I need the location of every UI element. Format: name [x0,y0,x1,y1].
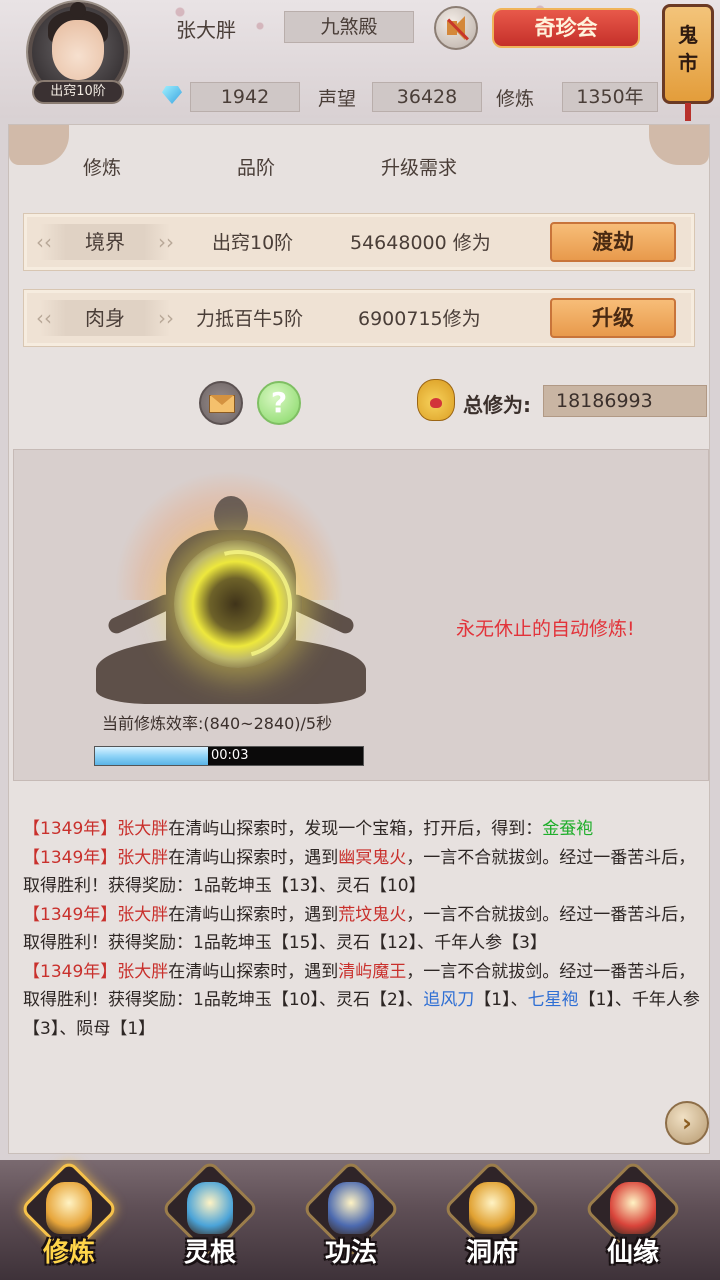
progress-timer: 00:03 [211,748,249,763]
treasure-auction-button[interactable]: 奇珍会 [492,8,640,48]
log-year: 【1349年】 [23,961,118,982]
next-page-arrow-icon[interactable]: › [665,1101,709,1145]
nav-tab-3[interactable]: 洞府 [437,1159,547,1278]
avatar[interactable]: 出窍10阶 [22,2,136,106]
cloud-decoration-left [9,125,69,165]
avatar-hair-bun [70,2,86,18]
spirit-stone-icon [162,86,182,104]
scroll-book-icon [328,1182,374,1234]
log-highlight: 张大胖 [117,961,169,982]
auto-cultivation-text: 永无休止的自动修炼! [456,618,635,640]
column-header-cultivation: 修炼 [83,157,122,179]
log-highlight[interactable]: 追风刀 [423,990,474,1010]
total-cultivation-value: 18186993 [543,385,707,417]
nav-label: 功法 [324,1238,377,1268]
nav-label: 灵根 [183,1238,236,1268]
help-icon[interactable]: ? [257,381,301,425]
log-text: 【1】、 [474,990,528,1010]
log-highlight[interactable]: 七星袍 [528,990,579,1010]
progress-fill [95,747,208,765]
nav-tab-0[interactable]: 修炼 [14,1159,124,1278]
body-requirement: 6900715修为 [358,308,481,330]
nav-label: 修炼 [42,1238,95,1268]
row-tag: 肉身 [36,300,174,336]
realm-grade: 出窍10阶 [212,232,294,254]
log-entry: 【1349年】张大胖在清屿山探索时，遇到清屿魔王，一言不合就拔剑。经过一番苦斗后… [23,958,703,1044]
gourd-icon [610,1182,656,1234]
spirit-stone-count: 1942 [190,82,300,112]
meditating-monk-icon [46,1182,92,1234]
cultivation-panel: 修炼 品阶 升级需求 境界 出窍10阶 54648000 修为 渡劫 肉身 力抵… [8,124,710,1154]
avatar-face [52,20,104,80]
mail-icon[interactable] [199,381,243,425]
reputation-value: 36428 [372,82,482,112]
realm-requirement: 54648000 修为 [350,232,491,254]
body-grade: 力抵百牛5阶 [196,308,304,330]
log-highlight: 张大胖 [117,819,169,839]
log-text: 在清屿山探索时，遇到 [168,847,339,868]
log-year: 【1349年】 [23,847,118,868]
log-highlight: 张大胖 [117,904,169,925]
ghost-market-button[interactable]: 鬼市 [662,4,714,121]
log-year: 【1349年】 [23,904,118,925]
sect-name: 九煞殿 [284,11,414,43]
log-highlight: 幽冥鬼火 [338,847,407,868]
log-entry: 【1349年】张大胖在清屿山探索时，遇到荒坟鬼火，一言不合就拔剑。经过一番苦斗后… [23,901,703,958]
column-header-grade: 品阶 [237,157,276,179]
cultivation-years: 1350年 [562,82,658,112]
money-bag-icon [417,379,455,421]
log-highlight: 荒坟鬼火 [338,904,407,925]
mute-button[interactable] [434,6,478,50]
realm-row: 境界 出窍10阶 54648000 修为 渡劫 [23,213,695,271]
nav-tab-4[interactable]: 仙缘 [578,1159,688,1278]
nav-tab-2[interactable]: 功法 [296,1159,406,1278]
lantern-tassel [685,103,691,121]
event-log: 【1349年】张大胖在清屿山探索时，发现一个宝箱，打开后，得到：金蚕袍 【1349… [23,815,703,1043]
nav-label: 洞府 [465,1238,518,1268]
cultivation-label: 修炼 [496,88,535,110]
cultivation-rate: 当前修炼效率:(840~2840)/5秒 [102,714,333,733]
column-header-requirement: 升级需求 [381,157,458,179]
rank-badge: 出窍10阶 [32,80,124,104]
reputation-label: 声望 [318,88,357,110]
sword-root-icon [187,1182,233,1234]
log-text: 在清屿山探索时，遇到 [168,961,339,982]
log-text: 在清屿山探索时，遇到 [168,904,339,925]
log-highlight[interactable]: 金蚕袍 [542,819,593,839]
nav-label: 仙缘 [606,1238,659,1268]
heart-emblem [430,398,442,408]
total-cultivation-label: 总修为: [463,393,531,417]
log-entry: 【1349年】张大胖在清屿山探索时，遇到幽冥鬼火，一言不合就拔剑。经过一番苦斗后… [23,844,703,901]
nav-tab-1[interactable]: 灵根 [155,1159,265,1278]
row-tag: 境界 [36,224,174,260]
ghost-market-label: 鬼市 [678,23,698,75]
bottom-nav: 修炼 灵根 功法 洞府 仙缘 [0,1159,720,1280]
auto-cultivation-area: 永无休止的自动修炼! 当前修炼效率:(840~2840)/5秒 00:03 [13,449,709,781]
player-header: 出窍10阶 张大胖 九煞殿 奇珍会 鬼市 1942 声望 36428 修炼 13… [0,0,720,121]
log-entry: 【1349年】张大胖在清屿山探索时，发现一个宝箱，打开后，得到：金蚕袍 [23,815,703,844]
body-row: 肉身 力抵百牛5阶 6900715修为 升级 [23,289,695,347]
cloud-decoration-right [649,125,709,165]
upgrade-button[interactable]: 升级 [550,298,676,338]
log-text: 在清屿山探索时，发现一个宝箱，打开后，得到： [168,819,543,839]
envelope-flap [210,395,234,405]
log-highlight: 清屿魔王 [338,961,407,982]
log-year: 【1349年】 [23,819,118,839]
pavilion-icon [469,1182,515,1234]
log-highlight: 张大胖 [117,847,169,868]
tribulation-button[interactable]: 渡劫 [550,222,676,262]
cultivation-progress-bar: 00:03 [94,746,364,766]
player-name: 张大胖 [176,18,236,42]
